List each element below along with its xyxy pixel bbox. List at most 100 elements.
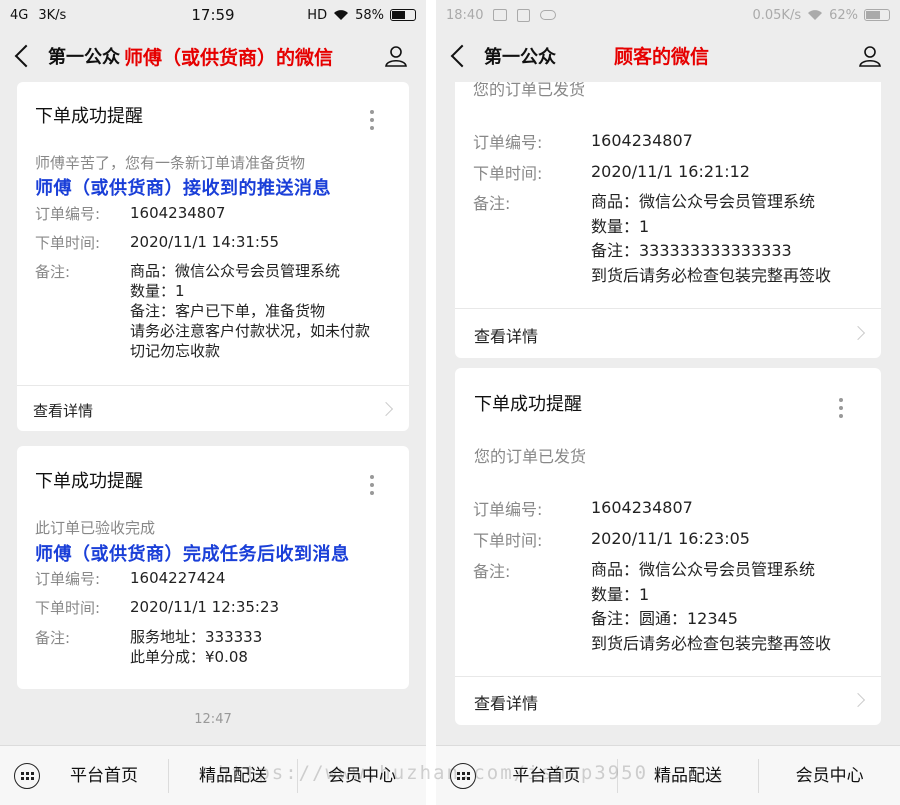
note-label: 备注: [35, 263, 71, 281]
battery-percent: 58% [355, 7, 384, 23]
note-line: 备注：客户已下单，准备货物 [130, 302, 326, 320]
status-bar: 4G 3K/s 17:59 HD 58% [0, 0, 426, 30]
left-phone-screen: 4G 3K/s 17:59 HD 58% 第一公众 师傅（或供货商）的微信 下单… [0, 0, 426, 805]
nav-title: 第一公众 [48, 47, 120, 68]
chevron-right-icon [850, 692, 866, 708]
order-number-label: 订单编号: [473, 500, 543, 519]
signal-label: 4G [10, 7, 29, 23]
note-row: 备注: 商品：微信公众号会员管理系统 数量：1 备注：圆通：12345 到货后请… [473, 558, 869, 656]
order-time-value: 2020/11/1 16:21:12 [591, 162, 750, 181]
battery-percent: 62% [829, 7, 858, 23]
message-card[interactable]: 下单成功提醒 您的订单已发货 订单编号: 1604234807 下单时间: 20… [455, 368, 881, 725]
card-title: 下单成功提醒 [35, 471, 143, 492]
order-time-label: 下单时间: [35, 599, 101, 617]
order-number-value: 1604234807 [591, 131, 693, 150]
note-line: 备注：圆通：12345 [591, 609, 738, 628]
nav-annotation: 师傅（或供货商）的微信 [124, 46, 334, 69]
more-icon[interactable] [370, 475, 374, 499]
note-label: 备注: [473, 562, 511, 581]
order-time-row: 下单时间: 2020/11/1 14:31:55 [35, 232, 397, 253]
order-time-row: 下单时间: 2020/11/1 12:35:23 [35, 597, 397, 618]
order-time-value: 2020/11/1 16:23:05 [591, 529, 750, 548]
message-card[interactable]: 下单成功提醒 师傅辛苦了，您有一条新订单请准备货物 师傅（或供货商）接收到的推送… [17, 82, 409, 431]
order-number-row: 订单编号: 1604234807 [473, 496, 869, 521]
net-speed: 0.05K/s [752, 7, 802, 23]
battery-icon [864, 9, 890, 21]
view-details-link[interactable]: 查看详情 [474, 690, 538, 714]
nav-bar: 第一公众 师傅（或供货商）的微信 [0, 30, 426, 82]
order-time-value: 2020/11/1 12:35:23 [130, 598, 280, 616]
nav-annotation: 顾客的微信 [614, 46, 710, 68]
note-label: 备注: [473, 194, 511, 213]
order-number-row: 订单编号: 1604234807 [473, 129, 869, 154]
right-phone-screen: 18:40 0.05K/s 62% 第一公众 顾客的微信 您的订单已发货 订单编… [436, 0, 900, 805]
card-subtitle: 此订单已验收完成 [35, 519, 156, 537]
notification-icon [493, 9, 508, 21]
view-details-link[interactable]: 查看详情 [33, 400, 93, 421]
note-line: 到货后请务必检查包装完整再签收 [591, 633, 832, 653]
note-line: 商品：微信公众号会员管理系统 [130, 262, 341, 280]
note-value: 商品：微信公众号会员管理系统 数量：1 备注：圆通：12345 到货后请务必检查… [591, 558, 831, 656]
note-line: 商品：微信公众号会员管理系统 [591, 192, 816, 211]
back-icon[interactable] [14, 44, 38, 68]
cloud-icon [540, 10, 557, 20]
note-line: 商品：微信公众号会员管理系统 [591, 560, 816, 579]
card-annotation: 师傅（或供货商）完成任务后收到消息 [35, 544, 350, 565]
order-number-value: 1604234807 [591, 498, 693, 517]
note-label: 备注: [35, 629, 71, 647]
note-value: 商品：微信公众号会员管理系统 数量：1 备注：客户已下单，准备货物 请务必注意客… [130, 261, 370, 361]
note-line: 此单分成：¥0.08 [130, 648, 248, 666]
note-line: 服务地址：333333 [130, 628, 263, 646]
order-number-row: 订单编号: 1604234807 [35, 203, 397, 224]
divider [17, 385, 409, 386]
battery-icon [390, 9, 416, 21]
message-card[interactable]: 下单成功提醒 此订单已验收完成 师傅（或供货商）完成任务后收到消息 订单编号: … [17, 446, 409, 689]
order-time-label: 下单时间: [473, 531, 543, 550]
clock: 18:40 [446, 7, 484, 23]
card-subtitle: 师傅辛苦了，您有一条新订单请准备货物 [35, 154, 306, 172]
calendar-icon [517, 8, 531, 22]
note-line: 数量：1 [591, 216, 650, 236]
note-line: 到货后请务必检查包装完整再签收 [591, 265, 832, 285]
order-number-row: 订单编号: 1604227424 [35, 568, 397, 589]
screen-gap [426, 0, 436, 805]
order-number-value: 1604234807 [130, 204, 226, 222]
note-row: 备注: 服务地址：333333 此单分成：¥0.08 [35, 627, 397, 667]
note-row: 备注: 商品：微信公众号会员管理系统 数量：1 备注：客户已下单，准备货物 请务… [35, 261, 397, 361]
card-title: 下单成功提醒 [35, 106, 143, 127]
profile-icon[interactable] [384, 44, 408, 68]
status-bar: 18:40 0.05K/s 62% [436, 0, 900, 30]
message-card[interactable]: 您的订单已发货 订单编号: 1604234807 下单时间: 2020/11/1… [455, 60, 881, 358]
back-icon[interactable] [450, 44, 474, 68]
note-value: 服务地址：333333 此单分成：¥0.08 [130, 627, 262, 667]
note-line: 请务必注意客户付款状况，如未付款 [130, 322, 371, 340]
nav-bar: 第一公众 顾客的微信 [436, 30, 900, 82]
chevron-right-icon [850, 325, 866, 341]
order-time-label: 下单时间: [473, 164, 543, 183]
more-icon[interactable] [839, 398, 843, 422]
wifi-icon [808, 10, 823, 20]
order-time-label: 下单时间: [35, 234, 101, 252]
note-line: 切记勿忘收款 [130, 342, 221, 360]
note-value: 商品：微信公众号会员管理系统 数量：1 备注：333333333333333 到… [591, 190, 831, 288]
order-time-row: 下单时间: 2020/11/1 16:21:12 [473, 160, 869, 185]
keyboard-icon[interactable] [14, 762, 40, 789]
order-number-value: 1604227424 [130, 569, 226, 587]
order-number-label: 订单编号: [35, 570, 101, 588]
divider [455, 308, 881, 309]
note-row: 备注: 商品：微信公众号会员管理系统 数量：1 备注：3333333333333… [473, 190, 869, 288]
order-time-value: 2020/11/1 14:31:55 [130, 233, 280, 251]
chat-timestamp: 12:47 [194, 712, 232, 727]
order-time-row: 下单时间: 2020/11/1 16:23:05 [473, 527, 869, 552]
view-details-link[interactable]: 查看详情 [474, 323, 538, 347]
card-annotation: 师傅（或供货商）接收到的推送消息 [35, 178, 331, 199]
more-icon[interactable] [370, 110, 374, 134]
net-speed: 3K/s [38, 7, 67, 23]
nav-title: 第一公众 [484, 47, 556, 68]
card-title: 下单成功提醒 [474, 394, 582, 415]
menu-item-member[interactable]: 会员中心 [758, 758, 900, 793]
menu-item-home[interactable]: 平台首页 [40, 759, 168, 793]
profile-icon[interactable] [858, 44, 882, 68]
order-number-label: 订单编号: [473, 133, 543, 152]
divider [455, 676, 881, 677]
